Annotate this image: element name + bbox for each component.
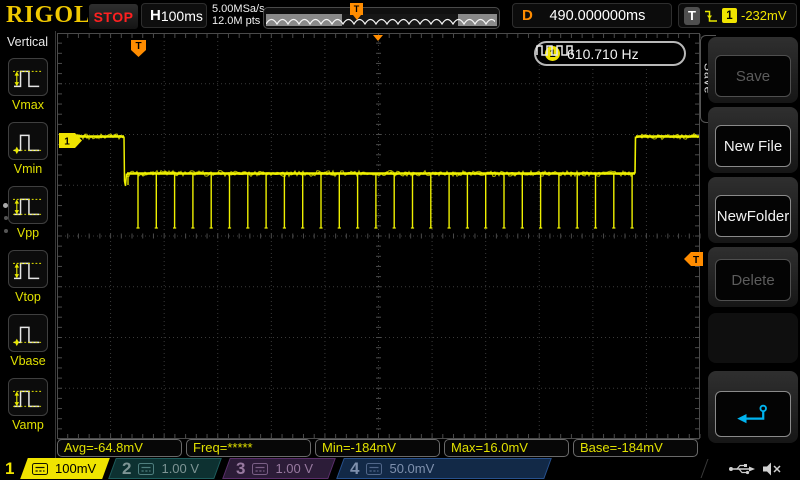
channel-4-number: 4 bbox=[350, 459, 359, 479]
freq-value: 610.710 Hz bbox=[567, 46, 639, 62]
svg-text:T: T bbox=[135, 41, 141, 52]
memory-track bbox=[266, 14, 497, 26]
channel-2-status[interactable]: 2 1.00 V bbox=[110, 458, 220, 480]
vpp-label: Vpp bbox=[0, 226, 56, 240]
return-arrow-icon bbox=[734, 401, 772, 427]
vmin-button[interactable] bbox=[8, 122, 48, 160]
svg-text:T: T bbox=[693, 255, 699, 266]
new-folder-menu-slot: NewFolder bbox=[708, 177, 798, 243]
channel-2-number: 2 bbox=[122, 459, 131, 479]
trigger-status-box: T 1 -232mV bbox=[678, 3, 797, 28]
sample-rate: 5.00MSa/s bbox=[212, 4, 265, 16]
channel-1-number: 1 bbox=[5, 459, 14, 479]
trigger-source-badge: 1 bbox=[722, 8, 737, 23]
delay-box: D 490.000000ms bbox=[512, 3, 672, 28]
vmax-icon bbox=[11, 63, 45, 91]
save-button[interactable]: Save bbox=[715, 55, 791, 97]
dc-coupling-icon bbox=[32, 463, 48, 475]
channel-1-scale: 100mV bbox=[55, 461, 96, 476]
empty-menu-slot bbox=[708, 313, 798, 363]
vamp-icon bbox=[11, 383, 45, 411]
memory-depth: 12.0M pts bbox=[212, 16, 265, 28]
new-file-button[interactable]: New File bbox=[715, 125, 791, 167]
oscilloscope-screen: RIGOL STOP H 100ms 5.00MSa/s 12.0M pts T… bbox=[0, 0, 800, 480]
measurement-avg: Avg=-64.8mV bbox=[57, 439, 182, 457]
back-button[interactable] bbox=[715, 391, 791, 437]
horizontal-label: H bbox=[150, 7, 161, 24]
measurement-base: Base=-184mV bbox=[573, 439, 698, 457]
vmin-label: Vmin bbox=[0, 162, 56, 176]
horizontal-timebase-box: H 100ms bbox=[141, 3, 207, 28]
svg-text:1: 1 bbox=[64, 137, 70, 148]
measurement-freq: Freq=***** bbox=[186, 439, 311, 457]
memory-waveform-icon bbox=[266, 14, 495, 26]
acquisition-info: 5.00MSa/s 12.0M pts bbox=[212, 4, 265, 27]
vbase-button[interactable] bbox=[8, 314, 48, 352]
run-state-indicator[interactable]: STOP bbox=[88, 3, 139, 30]
delay-value: 490.000000ms bbox=[533, 8, 662, 24]
delay-label: D bbox=[522, 7, 533, 24]
channel-3-number: 3 bbox=[236, 459, 245, 479]
dc-coupling-icon bbox=[252, 463, 268, 475]
page-dot bbox=[4, 229, 8, 233]
vamp-label: Vamp bbox=[0, 418, 56, 432]
new-folder-button[interactable]: NewFolder bbox=[715, 195, 791, 237]
status-separator bbox=[701, 459, 719, 478]
falling-edge-icon bbox=[704, 8, 718, 24]
vtop-label: Vtop bbox=[0, 290, 56, 304]
delete-menu-slot: Delete bbox=[708, 247, 798, 307]
trigger-position-flag[interactable]: T bbox=[350, 3, 363, 15]
dc-coupling-icon bbox=[366, 463, 382, 475]
vpp-button[interactable] bbox=[8, 186, 48, 224]
timebase-value: 100ms bbox=[161, 8, 203, 24]
channel-3-status[interactable]: 3 1.00 V bbox=[224, 458, 334, 480]
vpp-icon bbox=[11, 191, 45, 219]
back-menu-slot bbox=[708, 371, 798, 443]
channel-4-status[interactable]: 4 50.0mV bbox=[338, 458, 550, 480]
vmin-icon bbox=[11, 127, 45, 155]
usb-icon bbox=[728, 462, 756, 480]
left-menu-title: Vertical bbox=[0, 35, 55, 49]
vbase-icon bbox=[11, 319, 45, 347]
frequency-counter: 1 610.710 Hz bbox=[534, 41, 686, 66]
channel-3-scale: 1.00 V bbox=[275, 461, 313, 476]
trigger-label: T bbox=[684, 7, 700, 25]
waveform-display-area: 1 T T 1 610.710 Hz bbox=[57, 33, 700, 439]
square-wave-icon bbox=[536, 43, 574, 56]
left-measure-menu: Vertical Vmax Vmin Vpp Vtop Vbase Vamp bbox=[0, 31, 56, 458]
channel-status-bar: 1 100mV 2 1.00 V 3 1.00 V bbox=[0, 458, 800, 480]
vbase-label: Vbase bbox=[0, 354, 56, 368]
vmax-button[interactable] bbox=[8, 58, 48, 96]
measurement-max: Max=16.0mV bbox=[444, 439, 569, 457]
right-soft-menu: Save Save New File NewFolder Delete bbox=[700, 31, 800, 451]
graticule: 1 T T bbox=[57, 33, 700, 439]
new-file-menu-slot: New File bbox=[708, 107, 798, 173]
channel-2-scale: 1.00 V bbox=[161, 461, 199, 476]
trigger-level-value: -232mV bbox=[741, 8, 787, 23]
channel-4-scale: 50.0mV bbox=[389, 461, 434, 476]
speaker-muted-icon bbox=[762, 462, 782, 480]
page-dot-active bbox=[3, 203, 8, 208]
dc-coupling-icon bbox=[138, 463, 154, 475]
vamp-button[interactable] bbox=[8, 378, 48, 416]
page-dot bbox=[4, 216, 8, 220]
channel-1-status[interactable]: 1 100mV bbox=[0, 458, 108, 480]
save-menu-slot: Save bbox=[708, 37, 798, 103]
delete-button[interactable]: Delete bbox=[715, 259, 791, 301]
vtop-button[interactable] bbox=[8, 250, 48, 288]
memory-waveform-strip: T bbox=[263, 7, 500, 29]
measurement-min: Min=-184mV bbox=[315, 439, 440, 457]
rigol-logo: RIGOL bbox=[6, 2, 91, 29]
vtop-icon bbox=[11, 255, 45, 283]
vmax-label: Vmax bbox=[0, 98, 56, 112]
